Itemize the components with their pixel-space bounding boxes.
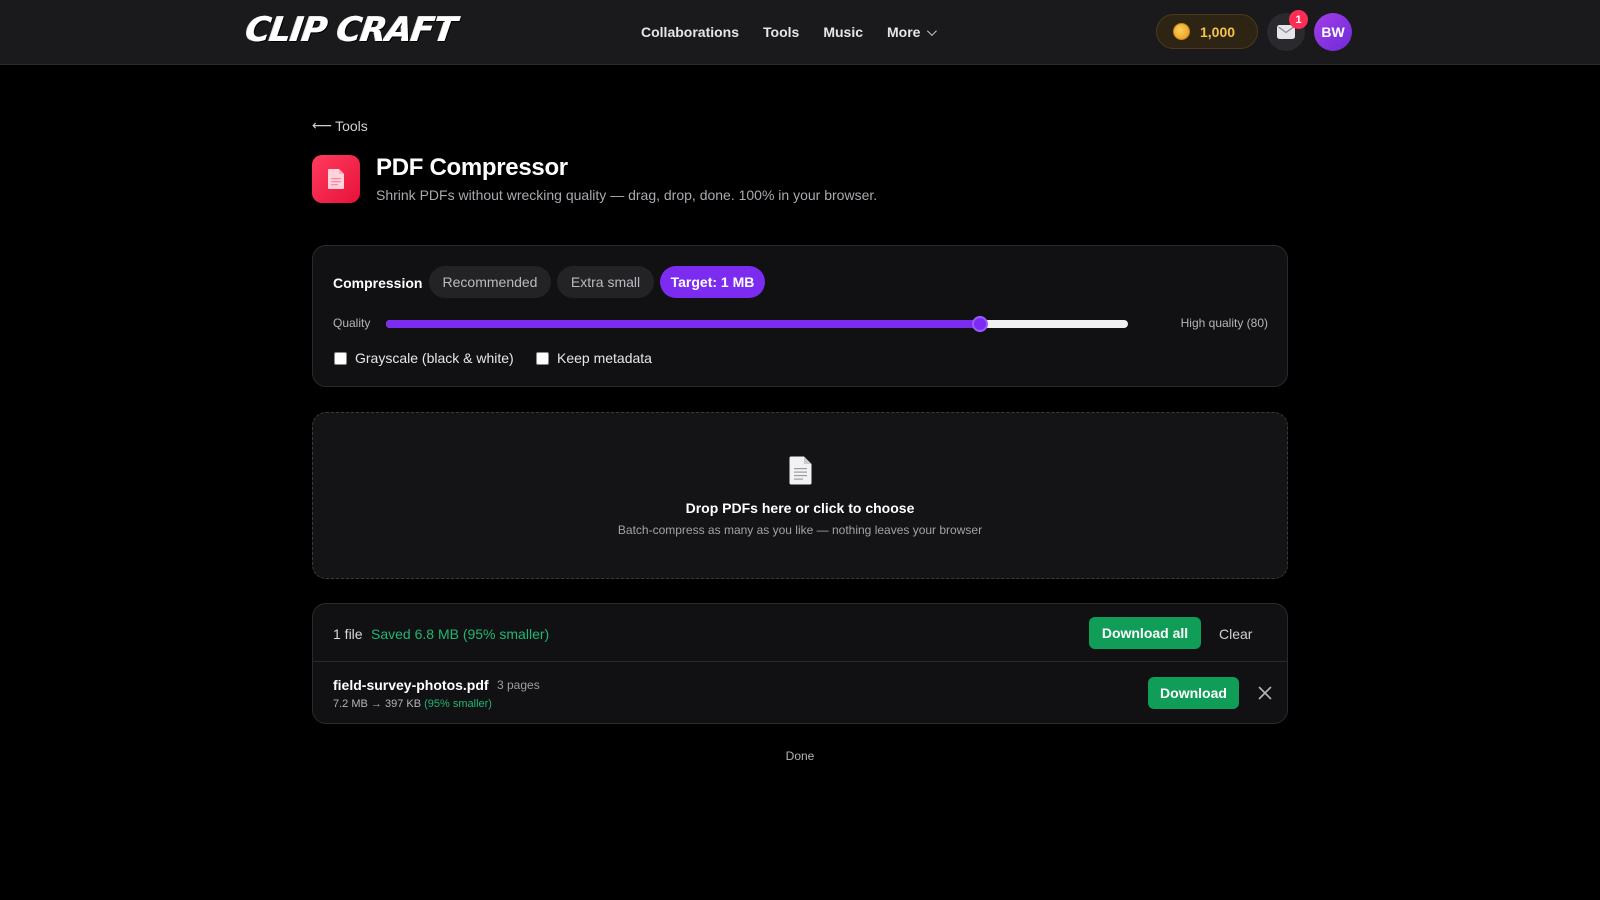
file-size-values: 7.2 MB → 397 KB <box>333 698 422 710</box>
coin-balance-button[interactable]: 1,000 <box>1156 14 1258 49</box>
quality-slider-fill <box>386 320 980 328</box>
file-name: field-survey-photos.pdf <box>333 677 489 693</box>
pdf-app-icon <box>312 155 360 203</box>
drop-zone-title: Drop PDFs here or click to choose <box>685 500 915 516</box>
back-to-tools-link[interactable]: ⟵ Tools <box>312 117 368 134</box>
status-text: Done <box>785 749 815 763</box>
compression-label: Compression <box>333 275 423 291</box>
file-size-change: 7.2 MB → 397 KB (95% smaller) <box>333 698 492 710</box>
quality-slider-thumb[interactable] <box>971 316 988 332</box>
arrow-left-icon: ⟵ <box>312 117 333 133</box>
download-file-button[interactable]: Download <box>1148 677 1239 709</box>
top-nav: CLIP CRAFT Collaborations Tools Music Mo… <box>0 0 1600 65</box>
quality-value: High quality (80) <box>1180 316 1268 330</box>
coin-icon <box>1173 23 1190 40</box>
user-avatar[interactable]: BW <box>1314 13 1352 51</box>
close-icon[interactable] <box>1257 685 1273 701</box>
grayscale-checkbox[interactable] <box>334 351 347 365</box>
nav-links: Collaborations Tools Music More <box>641 0 938 64</box>
back-link-label: Tools <box>335 117 368 134</box>
clear-button[interactable]: Clear <box>1219 626 1252 642</box>
file-reduction: (95% smaller) <box>424 698 492 710</box>
files-card: 1 file Saved 6.8 MB (95% smaller) Downlo… <box>312 603 1288 724</box>
page-subtitle: Shrink PDFs without wrecking quality — d… <box>376 187 878 203</box>
nav-more-dropdown[interactable]: More <box>887 24 938 40</box>
saved-summary: Saved 6.8 MB (95% smaller) <box>371 626 550 642</box>
download-all-button[interactable]: Download all <box>1089 617 1201 649</box>
keep-metadata-option[interactable]: Keep metadata <box>536 350 652 366</box>
quality-label: Quality <box>333 316 371 330</box>
preset-extra-small-button[interactable]: Extra small <box>557 266 654 298</box>
preset-target-1mb-button[interactable]: Target: 1 MB <box>660 266 765 298</box>
files-header: 1 file Saved 6.8 MB (95% smaller) Downlo… <box>313 604 1287 662</box>
clipcraft-logo[interactable]: CLIP CRAFT <box>243 10 459 50</box>
nav-more-label: More <box>887 24 921 40</box>
keep-metadata-checkbox[interactable] <box>536 351 549 365</box>
coin-amount: 1,000 <box>1200 23 1236 40</box>
notification-badge: 1 <box>1289 10 1308 29</box>
nav-link-music[interactable]: Music <box>823 24 863 40</box>
grayscale-label: Grayscale (black & white) <box>355 350 514 366</box>
page-title: PDF Compressor <box>376 154 568 181</box>
quality-slider[interactable] <box>386 316 1128 332</box>
nav-link-collaborations[interactable]: Collaborations <box>641 24 739 40</box>
drop-zone-subtitle: Batch-compress as many as you like — not… <box>617 523 983 537</box>
pdf-drop-zone[interactable]: Drop PDFs here or click to choose Batch-… <box>312 412 1288 579</box>
inbox-button[interactable]: 1 <box>1267 10 1308 51</box>
file-page-count: 3 pages <box>497 678 540 692</box>
nav-link-tools[interactable]: Tools <box>763 24 799 40</box>
file-count: 1 file <box>333 626 363 642</box>
compression-settings-card: Compression Recommended Extra small Targ… <box>312 245 1288 387</box>
grayscale-option[interactable]: Grayscale (black & white) <box>334 350 514 366</box>
document-icon <box>328 169 344 189</box>
chevron-down-icon <box>927 25 938 36</box>
keep-metadata-label: Keep metadata <box>557 350 652 366</box>
file-icon <box>789 456 812 485</box>
preset-recommended-button[interactable]: Recommended <box>429 266 551 298</box>
